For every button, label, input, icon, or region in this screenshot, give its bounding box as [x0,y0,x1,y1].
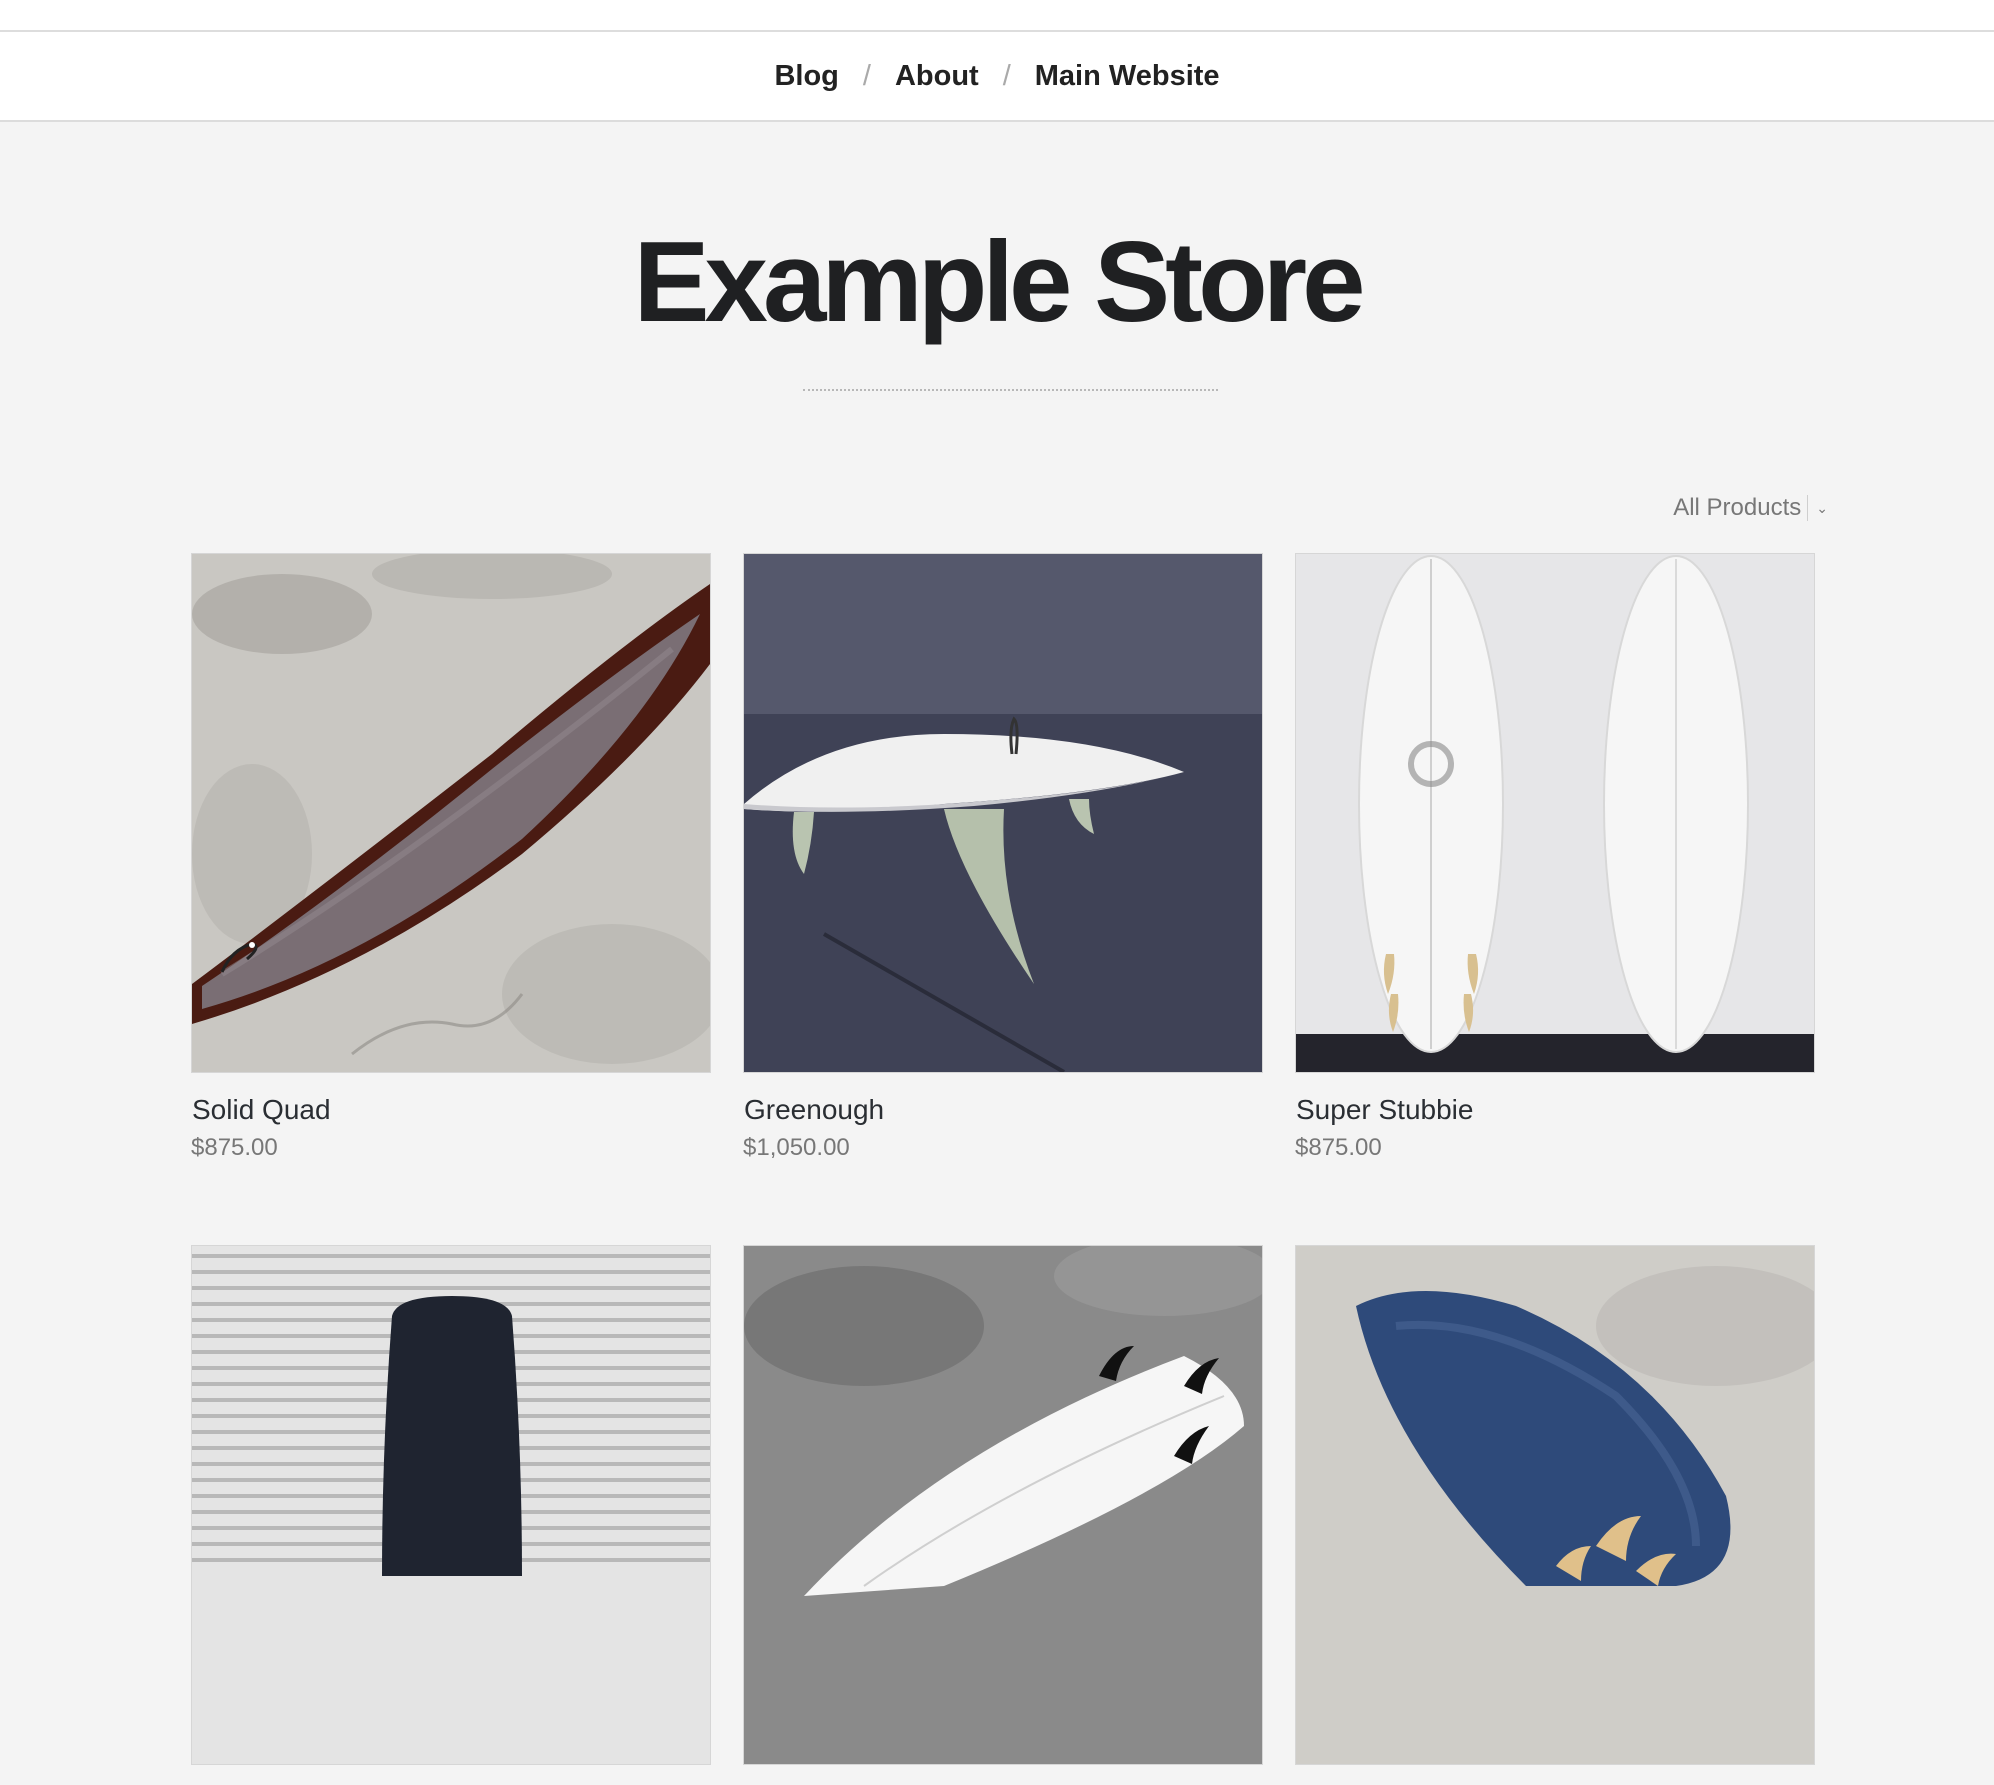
product-name[interactable]: Super Stubbie [1296,1093,1815,1127]
product-image[interactable] [743,1245,1263,1765]
top-navigation: Blog / About / Main Website [0,32,1994,122]
product-image[interactable] [191,553,711,1073]
surfboard-image [192,554,710,1072]
product-name[interactable]: Solid Quad [192,1093,711,1127]
nav-link-blog[interactable]: Blog [770,60,842,93]
product-card[interactable] [743,1245,1263,1785]
product-filter-dropdown[interactable]: All Products ⌄ [1673,494,1828,522]
product-image[interactable] [1295,553,1815,1073]
product-name[interactable]: Greenough [744,1093,1263,1127]
title-divider [803,389,1218,391]
product-card-super-stubbie[interactable]: Super Stubbie $875.00 [1295,553,1815,1163]
product-price: $875.00 [1295,1134,1382,1161]
store-title: Example Store [633,219,1366,346]
surfboard-image [744,554,1262,1072]
product-card-solid-quad[interactable]: Solid Quad $875.00 [191,553,711,1163]
nav-separator: / [1002,59,1011,92]
surfboard-image [192,1246,710,1764]
product-card-greenough[interactable]: Greenough $1,050.00 [743,553,1263,1163]
chevron-down-icon: ⌄ [1816,499,1828,516]
product-image[interactable] [743,553,1263,1073]
surfboard-image [1296,1246,1814,1764]
nav-link-about[interactable]: About [891,60,983,93]
filter-divider [1807,495,1809,521]
nav-separator: / [862,59,871,92]
product-card[interactable] [1295,1245,1815,1785]
product-price: $1,050.00 [743,1134,850,1161]
browser-top-strip [0,0,1994,32]
surfboard-image [1296,554,1814,1072]
product-image[interactable] [191,1245,711,1765]
filter-label: All Products [1673,494,1802,521]
product-card[interactable] [191,1245,711,1785]
product-image[interactable] [1295,1245,1815,1765]
nav-link-main-website[interactable]: Main Website [1031,60,1224,93]
product-price: $875.00 [191,1134,278,1161]
surfboard-image [744,1246,1262,1764]
